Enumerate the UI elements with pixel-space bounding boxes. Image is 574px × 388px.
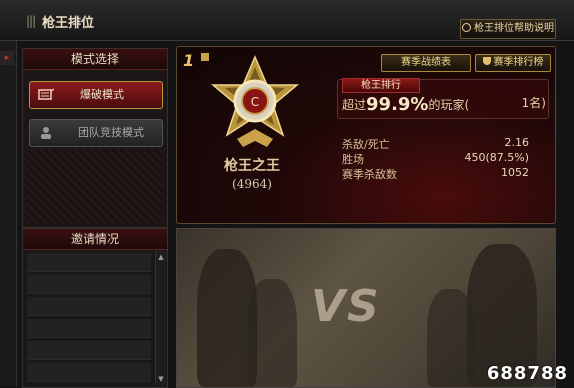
ranking-line: 超过99.9%的玩家( 1名) xyxy=(342,94,546,115)
soldier-left-image xyxy=(247,279,297,387)
window-title: 枪王排位 xyxy=(42,16,95,31)
bomb-icon xyxy=(38,88,54,100)
ranking-place: 1名) xyxy=(521,96,546,110)
ranking-box: 枪王排行 超过99.9%的玩家( 1名) xyxy=(337,78,549,119)
mode-demolition-button[interactable]: 爆破模式 xyxy=(29,81,163,109)
mode-select-panel: 模式选择 爆破模式 团队竞技模式 xyxy=(22,48,168,228)
stat-kills-value: 1052 xyxy=(501,166,529,179)
list-item[interactable] xyxy=(27,275,151,294)
invite-panel: 邀请情况 ▲ ▼ xyxy=(22,228,168,388)
stat-kd-value: 2.16 xyxy=(504,136,530,149)
scroll-up-icon[interactable]: ▲ xyxy=(157,253,165,261)
invite-heading: 邀请情况 xyxy=(23,229,167,250)
ranking-suffix: 的玩家( xyxy=(428,98,470,112)
watermark: 688788 xyxy=(486,363,568,384)
player-title: 枪王之王 xyxy=(224,158,280,174)
mode-team-deathmatch-label: 团队竞技模式 xyxy=(78,126,144,139)
stat-wins-value: 450(87.5%) xyxy=(464,151,529,164)
stat-kd-label: 杀敌/死亡 xyxy=(342,138,390,151)
svg-text:C: C xyxy=(251,95,259,109)
profile-card: 1 C 枪王之王 (4964) 赛季战绩表 赛季排行榜 枪王排行 超过99.9%… xyxy=(176,46,556,224)
versus-label: VS xyxy=(311,281,381,332)
help-button-label: 枪王排位帮助说明 xyxy=(474,23,554,34)
season-ranking-button[interactable]: 赛季排行榜 xyxy=(475,54,551,72)
list-item[interactable] xyxy=(27,363,151,382)
season-record-button[interactable]: 赛季战绩表 xyxy=(381,54,471,72)
search-icon xyxy=(462,23,471,32)
invite-scrollbar[interactable]: ▲ ▼ xyxy=(155,251,166,385)
trophy-icon xyxy=(482,57,491,65)
list-item[interactable] xyxy=(27,253,151,272)
mode-select-heading: 模式选择 xyxy=(23,49,167,70)
mode-team-deathmatch-button[interactable]: 团队竞技模式 xyxy=(29,119,163,147)
list-item[interactable] xyxy=(27,297,151,316)
title-bar: ||| 枪王排位 枪王排位帮助说明 xyxy=(0,0,574,41)
soldier-right-image xyxy=(427,289,475,387)
menu-bars-icon: ||| xyxy=(26,14,36,28)
stat-kills-label: 赛季杀敌数 xyxy=(342,168,397,181)
mode-demolition-label: 爆破模式 xyxy=(80,88,124,101)
arrow-right-icon[interactable]: ▸ xyxy=(0,51,14,65)
panel-texture xyxy=(27,149,163,223)
ranking-prefix: 超过 xyxy=(342,98,367,112)
player-score: (4964) xyxy=(232,177,272,191)
ranking-tag: 枪王排行 xyxy=(342,78,420,93)
list-item[interactable] xyxy=(27,319,151,338)
scroll-down-icon[interactable]: ▼ xyxy=(157,375,165,383)
medal-emblem-icon: C xyxy=(210,55,300,147)
rank-number: 1 xyxy=(183,51,195,70)
ranking-percent: 99.9% xyxy=(366,94,429,115)
season-record-label: 赛季战绩表 xyxy=(401,57,451,68)
list-item[interactable] xyxy=(27,341,151,360)
season-ranking-label: 赛季排行榜 xyxy=(493,57,544,68)
side-strip: ▸ xyxy=(0,41,17,386)
stat-wins-label: 胜场 xyxy=(342,153,364,166)
rank-marker-icon xyxy=(201,53,209,61)
soldier-icon xyxy=(41,127,51,139)
help-button[interactable]: 枪王排位帮助说明 xyxy=(460,19,556,39)
